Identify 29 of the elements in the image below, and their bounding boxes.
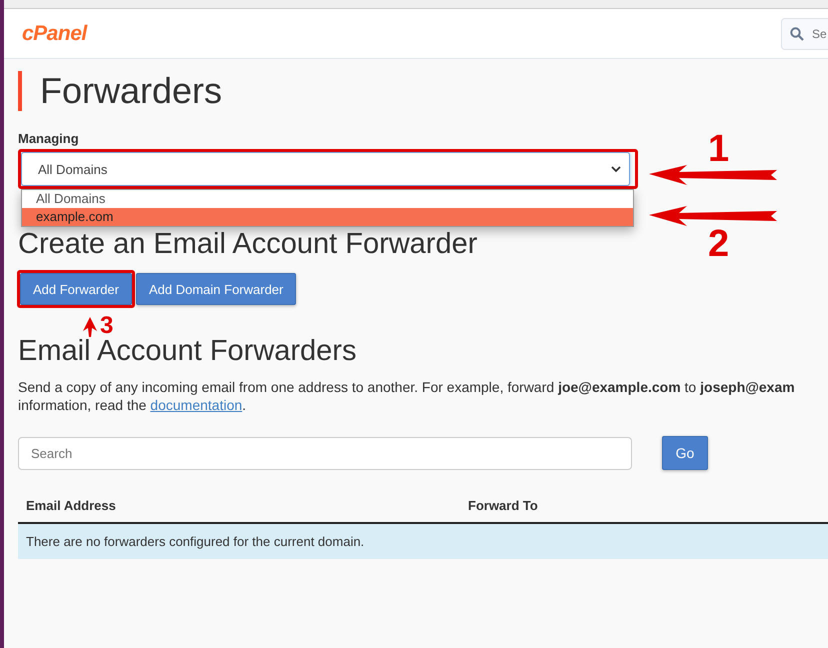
- step-number: 3: [100, 314, 114, 338]
- arrow-icon: [83, 317, 97, 337]
- step-number: 1: [708, 130, 730, 168]
- empty-table-message: There are no forwarders configured for the current domain.: [18, 524, 828, 559]
- search-icon: [790, 26, 804, 40]
- field-label: Managing: [18, 131, 80, 146]
- documentation-link[interactable]: documentation: [150, 397, 242, 413]
- section-heading: Email Account Forwarders: [18, 335, 356, 368]
- dropdown-option[interactable]: example.com: [22, 208, 633, 226]
- title-accent-bar: [18, 71, 22, 111]
- period-text: .: [242, 397, 246, 413]
- column-header: Email Address: [25, 498, 117, 512]
- chevron-icon: [611, 166, 621, 172]
- section-heading: Create an Email Account Forwarder: [18, 228, 478, 261]
- domain-select[interactable]: All Domains: [21, 152, 630, 186]
- add-button[interactable]: Add Domain Forwarder: [136, 273, 296, 305]
- go-button[interactable]: Go: [662, 436, 708, 470]
- search-field[interactable]: Se: [781, 18, 828, 50]
- step-number: 2: [708, 225, 730, 263]
- arrow-icon: [649, 165, 777, 185]
- intro-text: information, read the: [18, 397, 148, 413]
- arrow-icon: [649, 206, 777, 226]
- intro-text: Send a copy of any incoming email from one address to another. For example, forward joe@example.com to joseph@exam: [18, 378, 795, 396]
- add-button[interactable]: Add Forwarder: [20, 273, 132, 305]
- search-field[interactable]: Search: [18, 436, 632, 470]
- column-header: Forward To: [467, 498, 538, 512]
- page-title: Forwarders: [40, 70, 222, 112]
- logo[interactable]: cPanel: [22, 22, 87, 46]
- dropdown-option[interactable]: All Domains: [22, 190, 633, 208]
